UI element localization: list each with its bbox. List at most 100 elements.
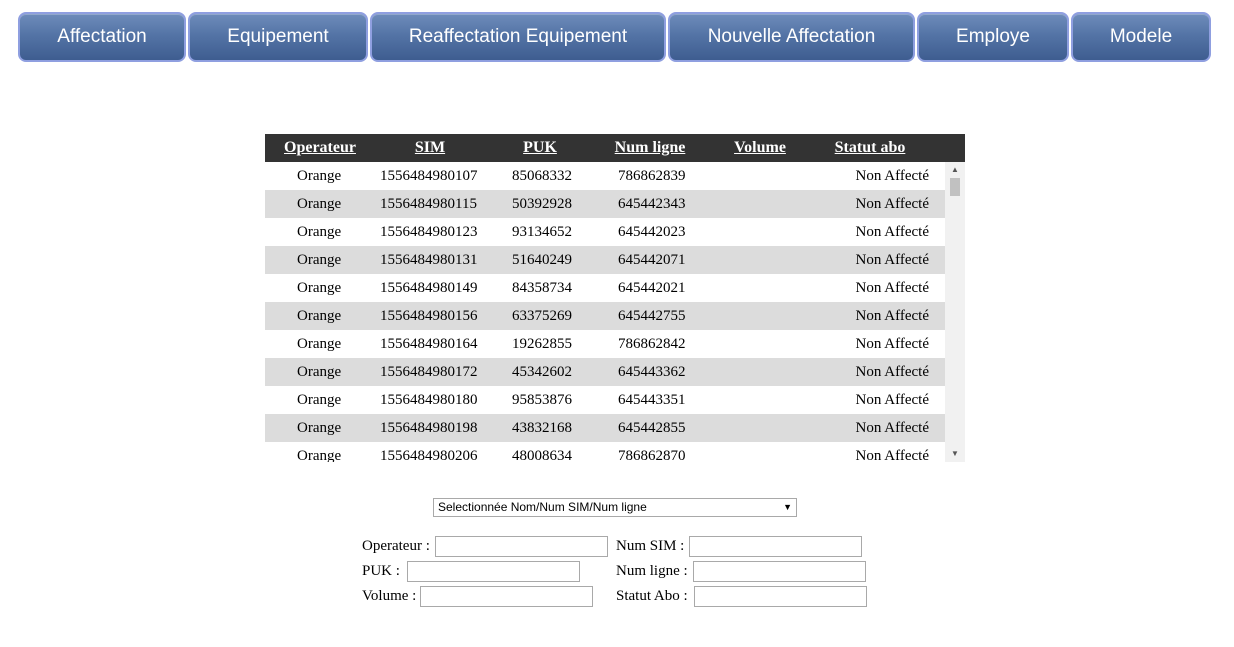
table-row[interactable]: Orange 1556484980180 95853876 645443351 Non …	[265, 386, 945, 414]
cell-statut: Non Affecté	[855, 196, 929, 212]
cell-puk: 43832168	[512, 420, 572, 436]
cell-statut: Non Affecté	[855, 364, 929, 380]
cell-puk: 84358734	[512, 280, 572, 296]
cell-operateur: Orange	[297, 392, 342, 408]
table-row[interactable]: Orange 1556484980115 50392928 645442343 Non …	[265, 190, 945, 218]
cell-sim: 1556484980123	[380, 224, 478, 240]
nav-equipement-button[interactable]: Equipement	[188, 12, 368, 62]
cell-num-ligne: 645442343	[618, 196, 686, 212]
cell-num-ligne: 645442755	[618, 308, 686, 324]
statut-abo-label: Statut Abo :	[616, 588, 688, 604]
triangle-down-icon: ▼	[783, 502, 792, 512]
num-ligne-label: Num ligne :	[616, 563, 688, 579]
cell-sim: 1556484980180	[380, 392, 478, 408]
table-row[interactable]: Orange 1556484980131 51640249 645442071 Non …	[265, 246, 945, 274]
cell-operateur: Orange	[297, 168, 342, 184]
cell-operateur: Orange	[297, 420, 342, 436]
cell-sim: 1556484980206	[380, 448, 478, 462]
cell-sim: 1556484980149	[380, 280, 478, 296]
cell-statut: Non Affecté	[855, 308, 929, 324]
cell-sim: 1556484980115	[380, 196, 477, 212]
scroll-down-icon[interactable]: ▼	[945, 446, 965, 462]
cell-operateur: Orange	[297, 448, 342, 462]
cell-num-ligne: 645442023	[618, 224, 686, 240]
filter-select-value: Selectionnée Nom/Num SIM/Num ligne	[438, 500, 647, 514]
cell-statut: Non Affecté	[855, 224, 929, 240]
cell-num-ligne: 786862870	[618, 448, 686, 462]
num-sim-input[interactable]	[689, 536, 862, 557]
cell-statut: Non Affecté	[855, 392, 929, 408]
nav-affectation-button[interactable]: Affectation	[18, 12, 186, 62]
cell-sim: 1556484980198	[380, 420, 478, 436]
cell-statut: Non Affecté	[855, 336, 929, 352]
table-row[interactable]: Orange 1556484980156 63375269 645442755 Non …	[265, 302, 945, 330]
scroll-up-icon[interactable]: ▲	[945, 162, 965, 178]
nav-nouvelle-affectation-button[interactable]: Nouvelle Affectation	[668, 12, 915, 62]
sim-table: Operateur SIM PUK Num ligne Volume Statu…	[265, 134, 965, 462]
cell-num-ligne: 645442855	[618, 420, 686, 436]
cell-sim: 1556484980172	[380, 364, 478, 380]
table-row[interactable]: Orange 1556484980123 93134652 645442023 Non …	[265, 218, 945, 246]
cell-puk: 45342602	[512, 364, 572, 380]
cell-num-ligne: 786862839	[618, 168, 686, 184]
cell-sim: 1556484980164	[380, 336, 478, 352]
table-row[interactable]: Orange 1556484980164 19262855 786862842 Non …	[265, 330, 945, 358]
cell-puk: 19262855	[512, 336, 572, 352]
nav-reaffectation-equipement-button[interactable]: Reaffectation Equipement	[370, 12, 666, 62]
table-body: Orange 1556484980206 48008634 786862870 Non …	[265, 162, 965, 462]
operateur-label: Operateur :	[362, 538, 430, 554]
nav-employe-button[interactable]: Employe	[917, 12, 1069, 62]
header-volume[interactable]: Volume	[720, 134, 800, 162]
cell-num-ligne: 645442021	[618, 280, 686, 296]
cell-puk: 51640249	[512, 252, 572, 268]
table-row[interactable]: Orange 1556484980198 43832168 645442855 Non …	[265, 414, 945, 442]
puk-input[interactable]	[407, 561, 580, 582]
nav-modele-button[interactable]: Modele	[1071, 12, 1211, 62]
operateur-input[interactable]	[435, 536, 608, 557]
cell-statut: Non Affecté	[855, 448, 929, 462]
cell-puk: 48008634	[512, 448, 572, 462]
cell-num-ligne: 645443351	[618, 392, 686, 408]
cell-operateur: Orange	[297, 336, 342, 352]
puk-label: PUK :	[362, 563, 400, 579]
volume-input[interactable]	[420, 586, 593, 607]
table-row[interactable]: Orange 1556484980149 84358734 645442021 Non …	[265, 274, 945, 302]
cell-operateur: Orange	[297, 196, 342, 212]
cell-statut: Non Affecté	[855, 168, 929, 184]
cell-statut: Non Affecté	[855, 252, 929, 268]
statut-abo-input[interactable]	[694, 586, 867, 607]
cell-sim: 1556484980107	[380, 168, 478, 184]
cell-puk: 93134652	[512, 224, 572, 240]
volume-label: Volume :	[362, 588, 417, 604]
cell-puk: 85068332	[512, 168, 572, 184]
cell-num-ligne: 645442071	[618, 252, 686, 268]
table-row[interactable]: Orange 1556484980172 45342602 645443362 Non …	[265, 358, 945, 386]
cell-sim: 1556484980131	[380, 252, 478, 268]
cell-puk: 95853876	[512, 392, 572, 408]
table-row[interactable]: Orange 1556484980206 48008634 786862870 Non …	[265, 442, 945, 462]
cell-statut: Non Affecté	[855, 280, 929, 296]
cell-operateur: Orange	[297, 280, 342, 296]
cell-operateur: Orange	[297, 308, 342, 324]
header-operateur[interactable]: Operateur	[275, 134, 365, 162]
scroll-thumb[interactable]	[950, 178, 960, 196]
cell-puk: 63375269	[512, 308, 572, 324]
cell-operateur: Orange	[297, 252, 342, 268]
cell-puk: 50392928	[512, 196, 572, 212]
header-sim[interactable]: SIM	[375, 134, 485, 162]
num-sim-label: Num SIM :	[616, 538, 685, 554]
cell-operateur: Orange	[297, 224, 342, 240]
num-ligne-input[interactable]	[693, 561, 866, 582]
table-row[interactable]: Orange 1556484980107 85068332 786862839 Non …	[265, 162, 945, 190]
cell-num-ligne: 645443362	[618, 364, 686, 380]
table-scrollbar[interactable]: ▲ ▼	[945, 162, 965, 462]
cell-sim: 1556484980156	[380, 308, 478, 324]
cell-operateur: Orange	[297, 364, 342, 380]
header-num-ligne[interactable]: Num ligne	[600, 134, 700, 162]
header-statut-abo[interactable]: Statut abo	[825, 134, 915, 162]
cell-statut: Non Affecté	[855, 420, 929, 436]
cell-num-ligne: 786862842	[618, 336, 686, 352]
filter-select[interactable]: Selectionnée Nom/Num SIM/Num ligne ▼	[433, 498, 797, 517]
table-header: Operateur SIM PUK Num ligne Volume Statu…	[265, 134, 965, 162]
header-puk[interactable]: PUK	[500, 134, 580, 162]
